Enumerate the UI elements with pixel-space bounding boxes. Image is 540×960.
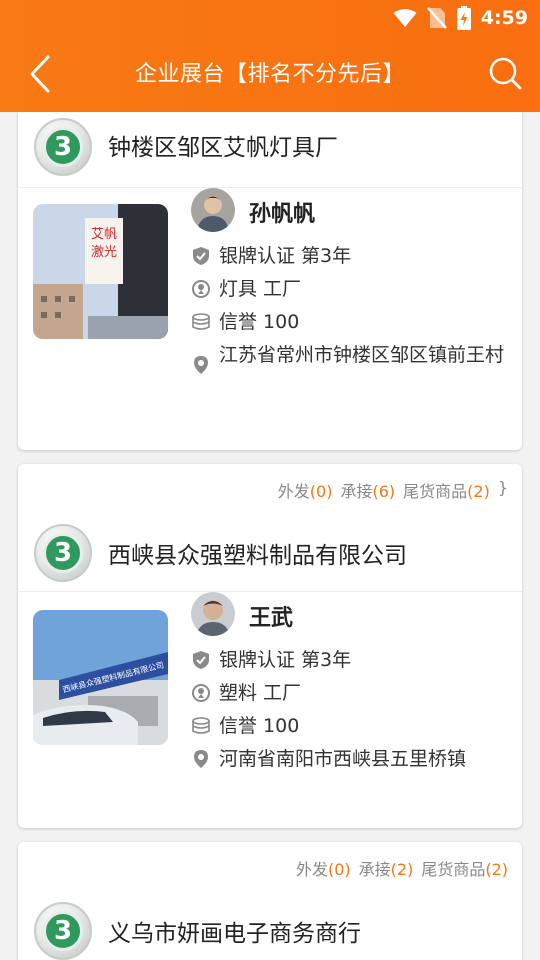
contact-name: 孙帆帆: [249, 202, 316, 227]
company-header[interactable]: 3 钟楼区邹区艾帆灯具厂: [18, 112, 522, 188]
company-card[interactable]: 外发(0) 承接(6) 尾货商品(2) } 3 西峡县众强塑料制品有限公司 西峡…: [18, 464, 522, 828]
company-photo[interactable]: 西峡县众强塑料制品有限公司: [33, 610, 168, 745]
company-logo: 3: [34, 902, 92, 960]
contact-name: 王武: [249, 606, 294, 631]
company-photo[interactable]: 艾帆 激光: [33, 204, 168, 339]
stat-stock[interactable]: 尾货商品(2): [403, 478, 490, 502]
avatar[interactable]: [191, 592, 235, 636]
status-bar: 4:59: [0, 0, 540, 36]
svg-text:艾帆: 艾帆: [91, 227, 117, 242]
app-bar: 4:59 企业展台【排名不分先后】: [0, 0, 540, 112]
avatar[interactable]: [191, 188, 235, 232]
credit: 信誉 100: [191, 714, 299, 738]
stat-outgoing[interactable]: 外发(0): [278, 478, 333, 502]
no-sim-icon: [426, 7, 447, 29]
address: 河南省南阳市西峡县五里桥镇: [191, 747, 519, 771]
card-stats: 外发(0) 承接(2) 尾货商品(2): [296, 856, 508, 880]
category-text: 灯具 工厂: [219, 278, 302, 300]
company-name: 钟楼区邹区艾帆灯具厂: [108, 135, 338, 161]
search-icon: [489, 57, 522, 90]
certification: 银牌认证 第3年: [191, 648, 351, 672]
shield-check-icon: [193, 247, 209, 265]
company-card[interactable]: 外发(0) 承接(2) 尾货商品(2) 3 义乌市妍画电子商务商行: [18, 842, 522, 960]
company-header[interactable]: 3 西峡县众强塑料制品有限公司: [18, 516, 522, 592]
page-title: 企业展台【排名不分先后】: [134, 62, 405, 87]
wifi-icon: [393, 9, 417, 27]
company-card[interactable]: 3 钟楼区邹区艾帆灯具厂 艾帆 激光 孙帆帆 银牌认证 第3年 灯具 工厂 信誉…: [18, 112, 522, 450]
certification-text: 银牌认证 第3年: [219, 245, 352, 267]
company-header[interactable]: 3 义乌市妍画电子商务商行: [18, 894, 522, 960]
address-text: 江苏省常州市钟楼区邹区镇前王村: [219, 344, 505, 366]
location-pin-icon: [194, 750, 208, 768]
credit-text: 信誉 100: [219, 311, 300, 333]
location-pin-icon: [192, 280, 210, 298]
company-name: 西峡县众强塑料制品有限公司: [108, 543, 407, 569]
location-pin-icon: [192, 684, 210, 702]
category-text: 塑料 工厂: [219, 682, 302, 704]
stat-accept[interactable]: 承接(2): [359, 856, 414, 880]
category: 塑料 工厂: [191, 681, 301, 705]
certification-text: 银牌认证 第3年: [219, 649, 352, 671]
stat-stock[interactable]: 尾货商品(2): [421, 856, 508, 880]
certification: 银牌认证 第3年: [191, 244, 351, 268]
category: 灯具 工厂: [191, 277, 301, 301]
battery-charging-icon: [456, 6, 471, 30]
svg-text:激光: 激光: [91, 245, 117, 260]
company-logo: 3: [34, 524, 92, 582]
company-list[interactable]: 3 钟楼区邹区艾帆灯具厂 艾帆 激光 孙帆帆 银牌认证 第3年 灯具 工厂 信誉…: [0, 112, 540, 960]
location-pin-icon: [194, 356, 208, 374]
stat-accept[interactable]: 承接(6): [340, 478, 395, 502]
coins-icon: [192, 313, 210, 330]
card-stats: 外发(0) 承接(6) 尾货商品(2) }: [277, 478, 508, 502]
company-logo: 3: [34, 118, 92, 176]
address-text: 河南省南阳市西峡县五里桥镇: [219, 748, 467, 770]
company-name: 义乌市妍画电子商务商行: [108, 921, 361, 947]
coins-icon: [192, 717, 210, 734]
stat-outgoing[interactable]: 外发(0): [296, 856, 351, 880]
credit: 信誉 100: [191, 310, 299, 334]
address: 江苏省常州市钟楼区邹区镇前王村: [191, 343, 519, 375]
credit-text: 信誉 100: [219, 715, 300, 737]
status-time: 4:59: [480, 7, 528, 29]
shield-check-icon: [193, 651, 209, 669]
search-button[interactable]: [488, 56, 524, 92]
